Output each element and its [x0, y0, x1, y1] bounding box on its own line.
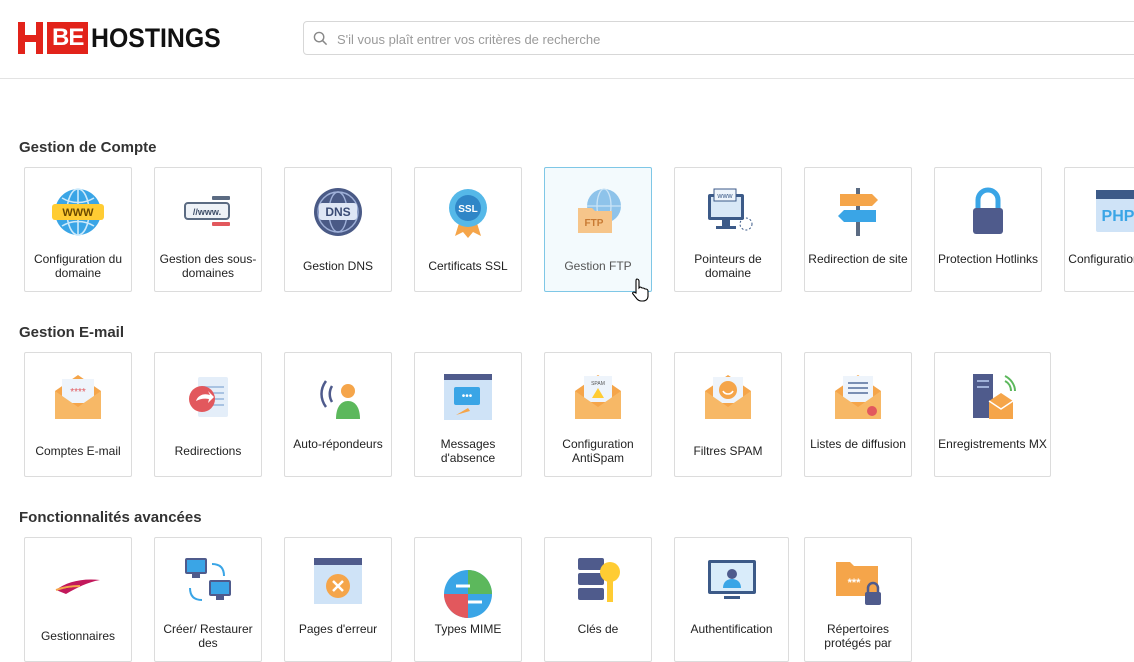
search-icon [313, 31, 328, 46]
logo-text: HOSTINGS [91, 23, 222, 53]
www-icon-text: WWW [62, 207, 94, 219]
ssl-badge-icon: SSL [415, 186, 521, 238]
dns-icon-text: DNS [325, 205, 350, 219]
card-label: Enregistrements MX [938, 437, 1047, 451]
envelope-icon: **** [25, 371, 131, 423]
face-scan-monitor-icon [675, 556, 788, 608]
logo-h-icon [18, 22, 44, 54]
card-label: Auto-répondeurs [293, 437, 383, 451]
server-key-icon [545, 556, 651, 608]
card-mx-records[interactable]: Enregistrements MX [934, 352, 1051, 477]
svg-text:***: *** [848, 577, 862, 589]
mx-server-icon [935, 371, 1050, 423]
list-envelope-icon [805, 371, 911, 423]
card-label: Gestionnaires [40, 629, 116, 643]
card-protected-dirs[interactable]: *** Répertoires protégés par [804, 537, 912, 662]
card-label: Authentification [690, 622, 773, 636]
top-header: BE HOSTINGS [0, 0, 1134, 79]
php-icon-text: PHP [1102, 208, 1134, 225]
protected-folder-icon: *** [805, 556, 911, 608]
card-spam-filters[interactable]: Filtres SPAM [674, 352, 782, 477]
card-label: Clés de [577, 622, 619, 636]
section-title-email: Gestion E-mail [19, 324, 125, 341]
card-email-accounts[interactable]: **** Comptes E-mail [24, 352, 132, 477]
autoresponder-person-icon [285, 371, 391, 423]
svg-text:•••: ••• [462, 391, 473, 402]
card-label: Configuration du domaine [33, 252, 123, 280]
card-mailing-lists[interactable]: Listes de diffusion [804, 352, 912, 477]
card-dns[interactable]: DNS Gestion DNS [284, 167, 392, 292]
card-php-config[interactable]: PHP Configuration PHP [1064, 167, 1134, 292]
error-window-icon [285, 556, 391, 608]
card-authentication[interactable]: Authentification [674, 537, 789, 662]
ftp-icon-text: FTP [585, 218, 604, 229]
card-label: Gestion DNS [302, 259, 374, 273]
globe-www-icon: WWW [25, 186, 131, 238]
card-redirections[interactable]: Redirections [154, 352, 262, 477]
card-label: Répertoires protégés par [824, 622, 892, 650]
card-label: Types MIME [434, 622, 502, 636]
ssl-icon-text: SSL [458, 204, 477, 215]
www-small-text: www [716, 193, 733, 200]
search-box[interactable] [303, 21, 1134, 56]
message-window-icon: ••• [415, 371, 521, 423]
svg-text:****: **** [70, 387, 86, 398]
card-keys[interactable]: Clés de [544, 537, 652, 662]
php-window-icon: PHP [1065, 186, 1134, 238]
card-hotlink-protection[interactable]: Protection Hotlinks [934, 167, 1042, 292]
section-title-advanced: Fonctionnalités avancées [19, 509, 202, 526]
ftp-folder-icon: FTP [545, 186, 651, 238]
card-label: Gestion des sous-domaines [159, 252, 257, 280]
smiley-envelope-icon [675, 371, 781, 423]
card-ftp[interactable]: FTP Gestion FTP [544, 167, 652, 292]
card-domain-pointers[interactable]: www Pointeurs de domaine [674, 167, 782, 292]
card-antispam-config[interactable]: SPAM Configuration AntiSpam [544, 352, 652, 477]
card-subdomains[interactable]: //www. Gestion des sous-domaines [154, 167, 262, 292]
search-input[interactable] [335, 22, 1119, 56]
card-label: Pointeurs de domaine [694, 252, 762, 280]
card-label: Certificats SSL [428, 259, 508, 273]
card-label: Filtres SPAM [693, 444, 763, 458]
card-site-redirect[interactable]: Redirection de site [804, 167, 912, 292]
card-label: Configuration PHP [1068, 252, 1134, 266]
card-label: Redirection de site [808, 252, 908, 266]
dns-globe-icon: DNS [285, 186, 391, 238]
logo-be: BE [47, 22, 89, 54]
card-mime-types[interactable]: Types MIME [414, 537, 522, 662]
computers-sync-icon [155, 556, 261, 608]
forward-document-icon [155, 371, 261, 423]
spam-envelope-icon: SPAM [545, 371, 651, 423]
card-autoresponders[interactable]: Auto-répondeurs [284, 352, 392, 477]
monitor-www-icon: www [675, 186, 781, 238]
card-absence-messages[interactable]: ••• Messages d'absence [414, 352, 522, 477]
card-label: Listes de diffusion [810, 437, 906, 451]
pointer-cursor-icon [632, 278, 650, 307]
card-label: Gestion FTP [564, 259, 632, 273]
card-label: Comptes E-mail [35, 444, 121, 458]
section-title-account: Gestion de Compte [19, 139, 157, 156]
card-label: Protection Hotlinks [937, 252, 1039, 266]
card-label: Configuration AntiSpam [562, 437, 634, 465]
brand-logo[interactable]: BE HOSTINGS [18, 22, 232, 54]
card-label: Redirections [174, 444, 242, 458]
feather-icon [25, 556, 131, 608]
card-ssl[interactable]: SSL Certificats SSL [414, 167, 522, 292]
card-error-pages[interactable]: Pages d'erreur [284, 537, 392, 662]
card-backup-restore[interactable]: Créer/ Restaurer des [154, 537, 262, 662]
spam-icon-text: SPAM [591, 381, 605, 387]
card-domain-config[interactable]: WWW Configuration du domaine [24, 167, 132, 292]
mime-types-icon [415, 568, 521, 620]
card-label: Messages d'absence [440, 437, 496, 465]
signpost-icon [805, 186, 911, 238]
subdomain-icon: //www. [155, 186, 261, 238]
card-handlers[interactable]: Gestionnaires [24, 537, 132, 662]
card-label: Pages d'erreur [298, 622, 378, 636]
padlock-icon [935, 186, 1041, 238]
svg-text://www.: //www. [193, 207, 221, 217]
card-label: Créer/ Restaurer des [163, 622, 253, 650]
